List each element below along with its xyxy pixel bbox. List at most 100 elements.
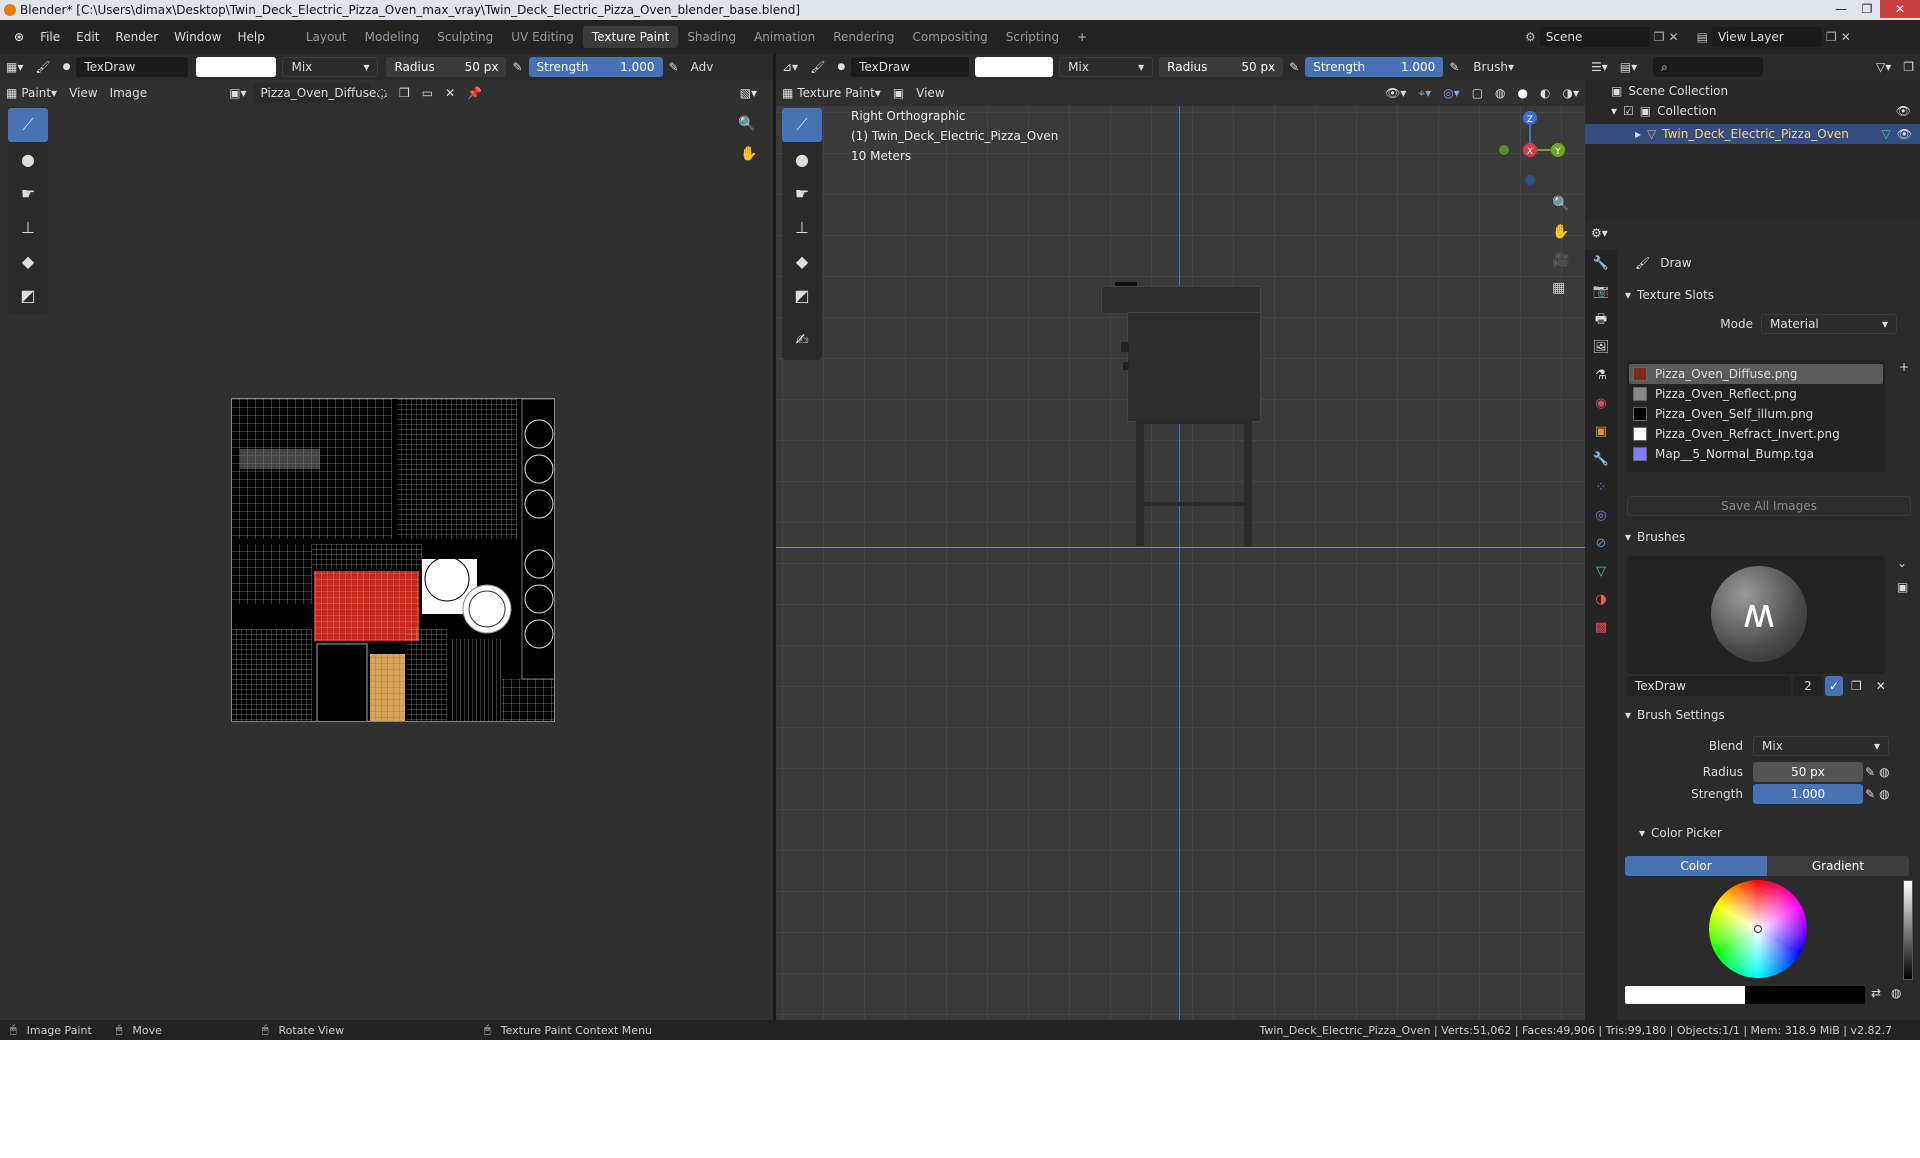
close-button[interactable]: ✕ — [1880, 0, 1920, 18]
object-tab-icon[interactable]: ▣ — [1585, 418, 1617, 446]
menu-image[interactable]: Image — [104, 83, 154, 103]
blend-mode-select[interactable]: Mix ▾ — [282, 57, 379, 77]
properties-radius-unit-icon[interactable]: ◍ — [1877, 762, 1891, 782]
rendered-shading-icon[interactable]: ◑▾ — [1557, 83, 1586, 103]
mode-select[interactable]: Material ▾ — [1761, 314, 1897, 334]
color-sample-icon[interactable]: ◍ — [1891, 986, 1901, 1000]
filter-icon[interactable]: ▽▾ — [1870, 57, 1897, 77]
world-tab-icon[interactable]: ◉ — [1585, 390, 1617, 418]
maximize-button[interactable]: ❐ — [1854, 0, 1880, 18]
color-wheel[interactable] — [1709, 880, 1807, 978]
properties-radius-slider[interactable]: 50 px — [1753, 762, 1863, 782]
tab-animation[interactable]: Animation — [745, 26, 824, 48]
viewport-grid[interactable] — [776, 106, 1585, 1020]
scene-icon[interactable]: ⚙ — [1525, 30, 1536, 44]
list-item[interactable]: Pizza_Oven_Self_illum.png — [1629, 404, 1883, 424]
texture-slots-panel-header[interactable]: ▾ Texture Slots — [1625, 288, 1714, 302]
brush-color-swatch[interactable] — [196, 57, 277, 77]
brush-list-toggle-icon[interactable]: ⌄ — [1897, 556, 1907, 570]
strength-slider[interactable]: Strength 1.000 — [528, 57, 663, 77]
viewport-menu-view[interactable]: View — [910, 83, 950, 103]
tab-shading[interactable]: Shading — [678, 26, 745, 48]
new-image-icon[interactable]: ❐ — [393, 83, 416, 103]
properties-strength-pressure-icon[interactable]: ✎ — [1863, 784, 1877, 804]
blender-menu-icon[interactable]: ⊛ — [6, 30, 32, 44]
outliner-object-row[interactable]: ▸ ▽ Twin_Deck_Electric_Pizza_Oven ▽ 👁 — [1585, 124, 1920, 144]
open-image-icon[interactable]: ▭ — [416, 83, 439, 103]
fill-tool-button[interactable]: ◆ — [8, 244, 48, 278]
unlink-image-icon[interactable]: ✕ — [439, 83, 461, 103]
properties-editor-type-icon[interactable]: ⚙▾ — [1585, 223, 1614, 243]
tab-layout[interactable]: Layout — [297, 26, 356, 48]
viewport-draw-tool-button[interactable]: ⟋ — [782, 108, 822, 142]
add-slot-icon[interactable]: + — [1899, 360, 1909, 374]
viewport-soften-tool-button[interactable]: ● — [782, 142, 822, 176]
checkbox-icon[interactable]: ☑ — [1623, 104, 1634, 118]
outliner-editor-type-icon[interactable]: ☰▾ — [1585, 57, 1614, 77]
gizmo-toggle-icon[interactable]: ⌖▾ — [1412, 83, 1437, 103]
expand-arrow-icon[interactable]: ▾ — [1611, 104, 1617, 118]
viewport-strength-pressure-icon[interactable]: ✎ — [1443, 57, 1465, 77]
new-collection-icon[interactable]: ❐ — [1897, 57, 1920, 77]
color-wheel-cursor[interactable] — [1754, 925, 1762, 933]
collection-visibility-icon[interactable]: 👁 — [1896, 104, 1911, 118]
properties-blend-select[interactable]: Mix ▾ — [1753, 736, 1889, 756]
value-slider[interactable] — [1903, 880, 1913, 980]
brush-users-count[interactable]: 2 — [1793, 676, 1823, 696]
viewport-brush-tool-icon[interactable]: 🖌 — [804, 57, 831, 77]
data-tab-icon[interactable]: ▽ — [1585, 558, 1617, 586]
radius-slider[interactable]: Radius 50 px — [386, 57, 507, 77]
scene-name-field[interactable]: Scene — [1539, 27, 1650, 47]
paint-mode-menu[interactable]: ▦ Paint ▾ — [0, 83, 63, 103]
menu-render[interactable]: Render — [107, 30, 166, 44]
outliner-scene-collection[interactable]: ▣ Scene Collection — [1611, 84, 1728, 98]
display-channels-icon[interactable]: ▧▾ — [734, 83, 763, 103]
tab-compositing[interactable]: Compositing — [904, 26, 997, 48]
viewport-fill-tool-button[interactable]: ◆ — [782, 244, 822, 278]
smear-tool-button[interactable]: ☛ — [8, 176, 48, 210]
menu-help[interactable]: Help — [229, 30, 272, 44]
brush-name-field[interactable]: TexDraw — [76, 57, 189, 77]
brush-menu[interactable]: Brush ▾ — [1465, 57, 1521, 77]
outliner-collection[interactable]: ▾ ☑ ▣ Collection 👁 — [1611, 104, 1911, 118]
ortho-toggle-icon[interactable]: ▦ — [1552, 280, 1565, 296]
tab-rendering[interactable]: Rendering — [824, 26, 903, 48]
properties-strength-unit-icon[interactable]: ◍ — [1877, 784, 1891, 804]
viewport-mask-tool-button[interactable]: ◩ — [782, 278, 822, 312]
menu-view[interactable]: View — [63, 83, 103, 103]
zoom-icon[interactable]: 🔍 — [738, 116, 755, 132]
camera-view-icon[interactable]: 🎥 — [1552, 252, 1569, 268]
draw-tool-button[interactable]: ⟋ — [8, 108, 48, 142]
tab-scripting[interactable]: Scripting — [997, 26, 1068, 48]
pin-icon[interactable]: 📌 — [461, 83, 488, 103]
brush-preview[interactable]: ʍ — [1627, 556, 1885, 674]
texture-tab-icon[interactable]: ▩ — [1585, 614, 1617, 642]
texture-paint-mode-menu[interactable]: ▦ Texture Paint ▾ — [776, 83, 887, 103]
solid-shading-icon[interactable]: ● — [1512, 83, 1534, 103]
viewport-radius-slider[interactable]: Radius 50 px — [1159, 57, 1284, 77]
render-tab-icon[interactable]: 📷 — [1585, 278, 1617, 306]
scene-tab-icon[interactable]: ⚗ — [1585, 362, 1617, 390]
material-tab-icon[interactable]: ◑ — [1585, 586, 1617, 614]
output-tab-icon[interactable]: 🖶 — [1585, 306, 1617, 334]
image-browse-icon[interactable]: ▣▾ — [223, 83, 252, 103]
tab-color[interactable]: Color — [1625, 856, 1767, 876]
menu-window[interactable]: Window — [166, 30, 229, 44]
modifier-tab-icon[interactable]: 🔧 — [1585, 446, 1617, 474]
overlay-toggle-icon[interactable]: ◎▾ — [1437, 83, 1466, 103]
menu-edit[interactable]: Edit — [68, 30, 107, 44]
tool-tab-icon[interactable]: 🔧 — [1585, 250, 1617, 278]
editor-type-icon[interactable]: ▦▾ — [0, 57, 29, 77]
radius-pressure-icon[interactable]: ✎ — [506, 57, 528, 77]
new-view-layer-icon[interactable]: ❐ — [1826, 30, 1837, 44]
physics-tab-icon[interactable]: ◎ — [1585, 502, 1617, 530]
image-name-field[interactable]: Pizza_Oven_Diffuse... — [252, 83, 388, 103]
list-item[interactable]: Map__5_Normal_Bump.tga — [1629, 444, 1883, 464]
brush-image-icon[interactable]: ▣ — [1897, 580, 1908, 594]
list-item[interactable]: Pizza_Oven_Reflect.png — [1629, 384, 1883, 404]
brush-tool-icon[interactable]: 🖌 — [29, 57, 56, 77]
tab-texture-paint[interactable]: Texture Paint — [582, 26, 679, 48]
brush-dot-icon[interactable]: ● — [57, 57, 77, 77]
add-workspace-icon[interactable]: + — [1068, 26, 1096, 48]
brushes-panel-header[interactable]: ▾ Brushes — [1625, 530, 1685, 544]
